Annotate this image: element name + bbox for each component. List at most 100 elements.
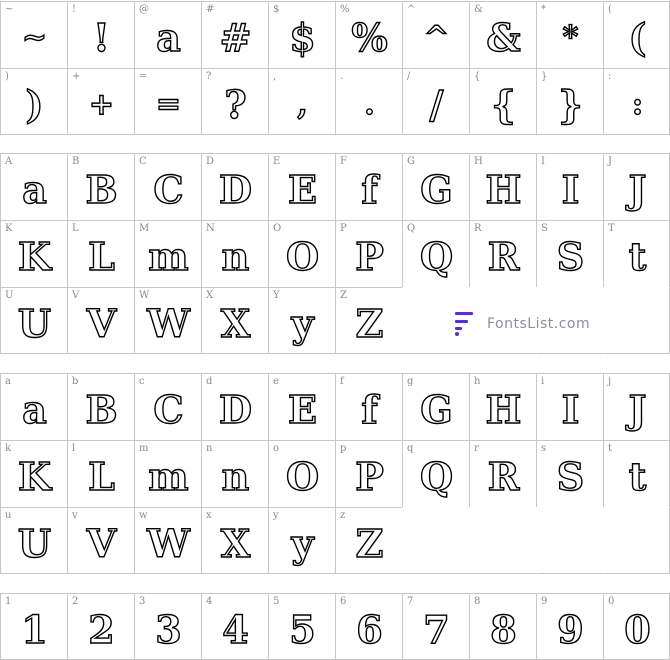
section-symbols: ~ ~!! @ a # # $ $%% ^ ^ & & * *(()) + + = =??,,.. / /{{}}:: — [0, 1, 670, 135]
glyph-sample: % — [351, 15, 389, 60]
glyph-sample: ~ — [21, 20, 48, 55]
empty-cell — [469, 507, 536, 574]
fontslist-logo-icon — [453, 311, 475, 337]
glyph-cell-lowercase: qQ — [402, 440, 469, 507]
glyph-cell-symbols: :: — [603, 68, 670, 135]
glyph-sample: P — [355, 454, 385, 499]
glyph-cell-uppercase: XX — [201, 287, 268, 354]
glyph-sample: S — [556, 234, 585, 279]
glyph-cell-lowercase: pP — [335, 440, 402, 507]
glyph-sample: f — [361, 167, 379, 212]
glyph-sample: X — [220, 301, 251, 346]
glyph-cell-uppercase: SS — [536, 220, 603, 287]
glyph-cell-digits: 00 — [603, 593, 670, 660]
glyph-sample: S — [556, 454, 585, 499]
glyph-cell-lowercase: kK — [0, 440, 67, 507]
glyph-cell-uppercase: GG — [402, 153, 469, 220]
glyph-cell-lowercase: mm — [134, 440, 201, 507]
glyph-cell-lowercase: uU — [0, 507, 67, 574]
glyph-sample: n — [221, 454, 250, 499]
glyph-cell-symbols: ~ ~ — [0, 1, 67, 68]
glyph-cell-lowercase: xX — [201, 507, 268, 574]
glyph-sample: I — [561, 387, 580, 432]
glyph-sample: U — [17, 301, 52, 346]
glyph-cell-uppercase: CC — [134, 153, 201, 220]
glyph-sample: D — [218, 387, 252, 432]
glyph-sample: / — [429, 82, 444, 127]
glyph-cell-digits: 77 — [402, 593, 469, 660]
glyph-cell-uppercase: Yy — [268, 287, 335, 354]
glyph-sample: X — [220, 521, 251, 566]
glyph-cell-digits: 22 — [67, 593, 134, 660]
glyph-cell-uppercase: Mm — [134, 220, 201, 287]
glyph-cell-uppercase: WW — [134, 287, 201, 354]
glyph-sample: # — [219, 15, 252, 60]
glyph-sample: E — [287, 167, 317, 212]
glyph-sample: ? — [224, 82, 248, 127]
glyph-sample: m — [148, 454, 190, 499]
glyph-sample: G — [420, 387, 454, 432]
glyph-cell-symbols: %% — [335, 1, 402, 68]
glyph-sample: $ — [289, 15, 317, 60]
glyph-sample: U — [17, 521, 52, 566]
glyph-sample: D — [218, 167, 252, 212]
glyph-cell-lowercase: eE — [268, 373, 335, 440]
glyph-cell-symbols: ,, — [268, 68, 335, 135]
glyph-sample: H — [485, 167, 522, 212]
glyph-sample: t — [628, 234, 647, 279]
glyph-cell-symbols: ^ ^ — [402, 1, 469, 68]
glyph-cell-digits: 99 — [536, 593, 603, 660]
glyph-cell-uppercase: Tt — [603, 220, 670, 287]
glyph-cell-symbols: {{ — [469, 68, 536, 135]
glyph-cell-lowercase: cC — [134, 373, 201, 440]
glyph-sample: f — [361, 387, 379, 432]
glyph-cell-symbols: = = — [134, 68, 201, 135]
glyph-cell-lowercase: jJ — [603, 373, 670, 440]
glyph-sample: P — [355, 234, 385, 279]
empty-cell — [603, 507, 670, 574]
glyph-cell-digits: 33 — [134, 593, 201, 660]
glyph-cell-uppercase: DD — [201, 153, 268, 220]
glyph-sample: & — [486, 15, 522, 60]
glyph-cell-uppercase: PP — [335, 220, 402, 287]
glyph-sample: 9 — [557, 607, 585, 652]
glyph-sample: 2 — [88, 607, 116, 652]
glyph-sample: Z — [355, 301, 384, 346]
glyph-cell-uppercase: RR — [469, 220, 536, 287]
glyph-sample: a — [21, 387, 47, 432]
glyph-cell-symbols: / / — [402, 68, 469, 135]
glyph-cell-lowercase: lL — [67, 440, 134, 507]
glyph-cell-digits: 11 — [0, 593, 67, 660]
glyph-sample: K — [17, 454, 52, 499]
glyph-cell-lowercase: sS — [536, 440, 603, 507]
glyph-cell-uppercase: OO — [268, 220, 335, 287]
glyph-sample: O — [285, 234, 320, 279]
glyph-sample: E — [287, 387, 317, 432]
glyph-cell-uppercase: II — [536, 153, 603, 220]
glyph-sample: . — [364, 87, 376, 122]
glyph-sample: a — [21, 167, 47, 212]
glyph-cell-uppercase: QQ — [402, 220, 469, 287]
section-digits: 11223344556677889900 — [0, 593, 670, 660]
glyph-sample: V — [86, 521, 117, 566]
glyph-sample: = — [155, 87, 182, 122]
glyph-cell-lowercase: tt — [603, 440, 670, 507]
glyph-sample: + — [88, 87, 115, 122]
fontslist-watermark[interactable]: FontsList.com — [453, 310, 590, 338]
glyph-cell-symbols: )) — [0, 68, 67, 135]
glyph-sample: y — [291, 301, 314, 346]
glyph-cell-uppercase: VV — [67, 287, 134, 354]
glyph-cell-uppercase: EE — [268, 153, 335, 220]
glyph-cell-uppercase: BB — [67, 153, 134, 220]
glyph-sample: ^ — [423, 20, 450, 55]
glyph-sample: W — [146, 301, 190, 346]
glyph-sample: 8 — [490, 607, 518, 652]
glyph-cell-lowercase: oO — [268, 440, 335, 507]
glyph-sample: R — [487, 234, 520, 279]
glyph-cell-uppercase: LL — [67, 220, 134, 287]
glyph-sample: 5 — [289, 607, 317, 652]
glyph-sample: ) — [25, 82, 44, 127]
glyph-cell-lowercase: iI — [536, 373, 603, 440]
glyph-cell-symbols: .. — [335, 68, 402, 135]
glyph-cell-symbols: # # — [201, 1, 268, 68]
